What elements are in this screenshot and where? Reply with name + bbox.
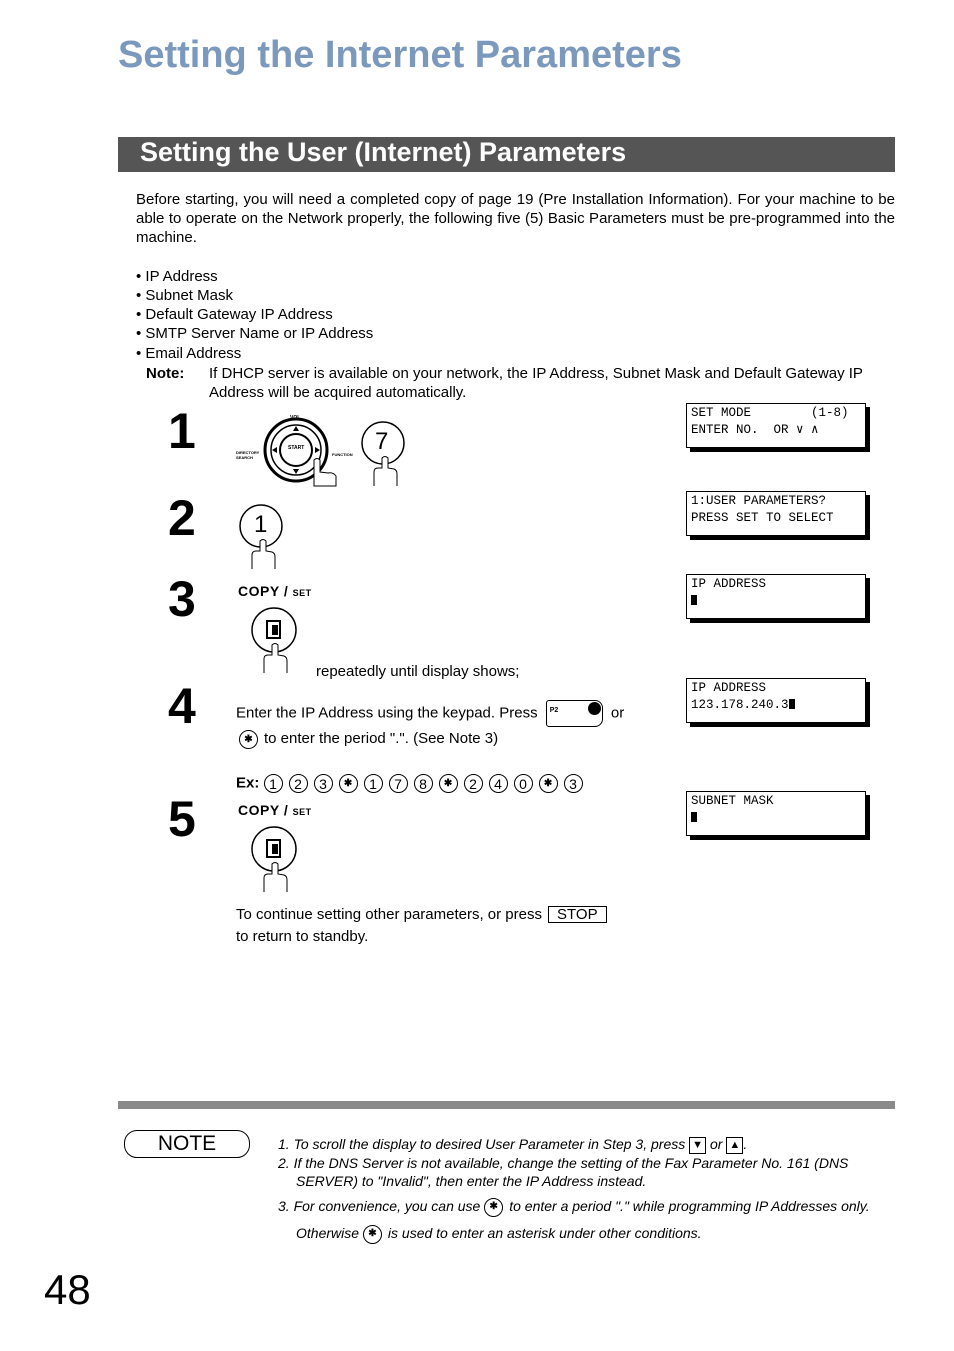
bullet-item: • SMTP Server Name or IP Address xyxy=(136,325,374,342)
manual-page: Setting the Internet Parameters Setting … xyxy=(0,0,954,1351)
step4-period-text: ✱ to enter the period ".". (See Note 3) xyxy=(239,729,498,749)
digit-key-icon: 7 xyxy=(388,774,408,793)
step3-text: repeatedly until display shows; xyxy=(316,663,520,680)
bullet-item: • Email Address xyxy=(136,345,242,362)
lcd-cursor xyxy=(691,595,697,605)
note-badge: NOTE xyxy=(124,1130,250,1158)
step-number: 1 xyxy=(168,403,196,459)
start-label: START xyxy=(288,445,305,451)
up-arrow-key-icon: ▲ xyxy=(726,1136,744,1154)
example-label: Ex: xyxy=(236,774,260,792)
copy-text: COPY xyxy=(238,802,280,818)
step-number: 2 xyxy=(168,490,196,546)
lcd-line: SUBNET MASK xyxy=(691,794,774,808)
step5-instruction: To continue setting other parameters, or… xyxy=(236,906,542,923)
note-3-text-c: Otherwise xyxy=(296,1225,360,1241)
copy-set-button[interactable] xyxy=(250,826,298,894)
lcd-cursor xyxy=(691,812,697,822)
down-arrow-key-icon: ▼ xyxy=(689,1136,707,1154)
function-label: FUNCTION xyxy=(332,452,353,457)
note-3-text-b: to enter a period "." while programming … xyxy=(509,1198,870,1214)
note-1: 1. To scroll the display to desired User… xyxy=(278,1136,748,1154)
copy-set-label: COPY / SET xyxy=(238,583,312,599)
note-2-cont: SERVER) to "Invalid", then enter the IP … xyxy=(296,1173,647,1189)
lcd-line: 1:USER PARAMETERS? xyxy=(691,494,827,508)
period-instruction: to enter the period ".". (See Note 3) xyxy=(264,730,499,747)
step-number: 3 xyxy=(168,571,196,627)
example-row: Ex: 1 2 3 ✱ 1 7 8 ✱ 2 4 0 ✱ 3 xyxy=(236,774,589,793)
asterisk-key-icon: ✱ xyxy=(338,774,358,793)
lcd-display: IP ADDRESS 123.178.240.3 xyxy=(686,678,866,723)
section-header: Setting the User (Internet) Parameters xyxy=(118,137,895,172)
set-text: SET xyxy=(292,588,312,598)
digit-key-icon: 8 xyxy=(413,774,433,793)
lcd-display: SET MODE (1-8) ENTER NO. OR ∨ ∧ xyxy=(686,403,866,448)
note-3-text: 3. For convenience, you can use xyxy=(278,1198,481,1214)
copy-set-label: COPY / SET xyxy=(238,802,312,818)
note-3: 3. For convenience, you can use ✱ to ente… xyxy=(278,1197,870,1217)
copy-set-button[interactable] xyxy=(250,607,298,675)
p2-label: P2 xyxy=(549,707,559,714)
note-3-text-d: is used to enter an asterisk under other… xyxy=(387,1225,702,1241)
or-text: or xyxy=(710,1136,723,1152)
copy-set-hand-icon xyxy=(251,607,297,673)
digit-key-icon: 1 xyxy=(263,774,283,793)
note-1-text: 1. To scroll the display to desired User… xyxy=(278,1136,686,1152)
note-text: If DHCP server is available on your netw… xyxy=(209,365,863,401)
step4-text: Enter the IP Address using the keypad. P… xyxy=(236,700,624,727)
asterisk-key-icon: ✱ xyxy=(362,1224,382,1244)
lcd-cursor xyxy=(788,699,795,709)
dot-icon xyxy=(587,702,601,715)
or-text: or xyxy=(610,704,625,722)
section-title: Setting the User (Internet) Parameters xyxy=(140,137,627,167)
step4-instruction: Enter the IP Address using the keypad. P… xyxy=(236,704,538,722)
asterisk-key-icon: ✱ xyxy=(538,774,558,793)
lcd-line: SET MODE (1-8) xyxy=(691,406,849,420)
directory-search-label: DIRECTORY SEARCH xyxy=(236,450,260,460)
lcd-line: PRESS SET TO SELECT xyxy=(691,511,834,525)
key-label: 1 xyxy=(254,511,268,538)
stop-button[interactable]: STOP xyxy=(548,906,607,923)
lcd-line: ENTER NO. OR ∨ ∧ xyxy=(691,423,819,437)
page-title: Setting the Internet Parameters xyxy=(118,34,682,76)
step5-text-b: to return to standby. xyxy=(236,928,369,945)
lcd-display: SUBNET MASK xyxy=(686,791,866,836)
key-label: 7 xyxy=(375,428,389,455)
asterisk-key-icon: ✱ xyxy=(484,1197,504,1217)
asterisk-key-icon: ✱ xyxy=(438,774,458,793)
digit-key-icon: 4 xyxy=(488,774,508,793)
step-number: 4 xyxy=(168,678,196,734)
step5-text: To continue setting other parameters, or… xyxy=(236,905,607,924)
note-2: 2. If the DNS Server is not available, c… xyxy=(278,1155,849,1171)
digit-key-icon: 3 xyxy=(563,774,583,793)
key-1-button[interactable]: 1 xyxy=(238,503,284,571)
bullet-item: • Default Gateway IP Address xyxy=(136,306,333,323)
navigation-dial[interactable]: START VOL. DIRECTORY SEARCH FUNCTION xyxy=(236,412,356,492)
lcd-line: IP ADDRESS xyxy=(691,681,767,695)
copy-set-hand-icon xyxy=(251,826,297,892)
p2-key-button[interactable]: P2 xyxy=(545,700,603,727)
bullet-item: • IP Address xyxy=(136,268,218,285)
vol-label: VOL. xyxy=(290,415,302,421)
lcd-display: IP ADDRESS xyxy=(686,574,866,619)
intro-paragraph: Before starting, you will need a complet… xyxy=(136,191,895,246)
lcd-line: IP ADDRESS xyxy=(691,577,767,591)
note-label: Note: xyxy=(146,365,185,382)
asterisk-key-icon: ✱ xyxy=(239,729,258,749)
digit-key-icon: 2 xyxy=(463,774,483,793)
bullet-item: • Subnet Mask xyxy=(136,287,233,304)
digit-key-icon: 0 xyxy=(513,774,533,793)
lcd-line: 123.178.240.3 xyxy=(691,698,789,712)
note-3-cont: Otherwise ✱ is used to enter an asterisk … xyxy=(296,1224,702,1244)
page-number: 48 xyxy=(44,1266,91,1313)
digit-key-icon: 1 xyxy=(363,774,383,793)
step-number: 5 xyxy=(168,791,196,847)
set-text: SET xyxy=(292,807,312,817)
divider-bar xyxy=(118,1101,895,1109)
copy-text: COPY xyxy=(238,583,280,599)
lcd-display: 1:USER PARAMETERS? PRESS SET TO SELECT xyxy=(686,491,866,536)
digit-key-icon: 2 xyxy=(288,774,308,793)
digit-key-icon: 3 xyxy=(313,774,333,793)
key-7-button[interactable]: 7 xyxy=(360,420,406,488)
